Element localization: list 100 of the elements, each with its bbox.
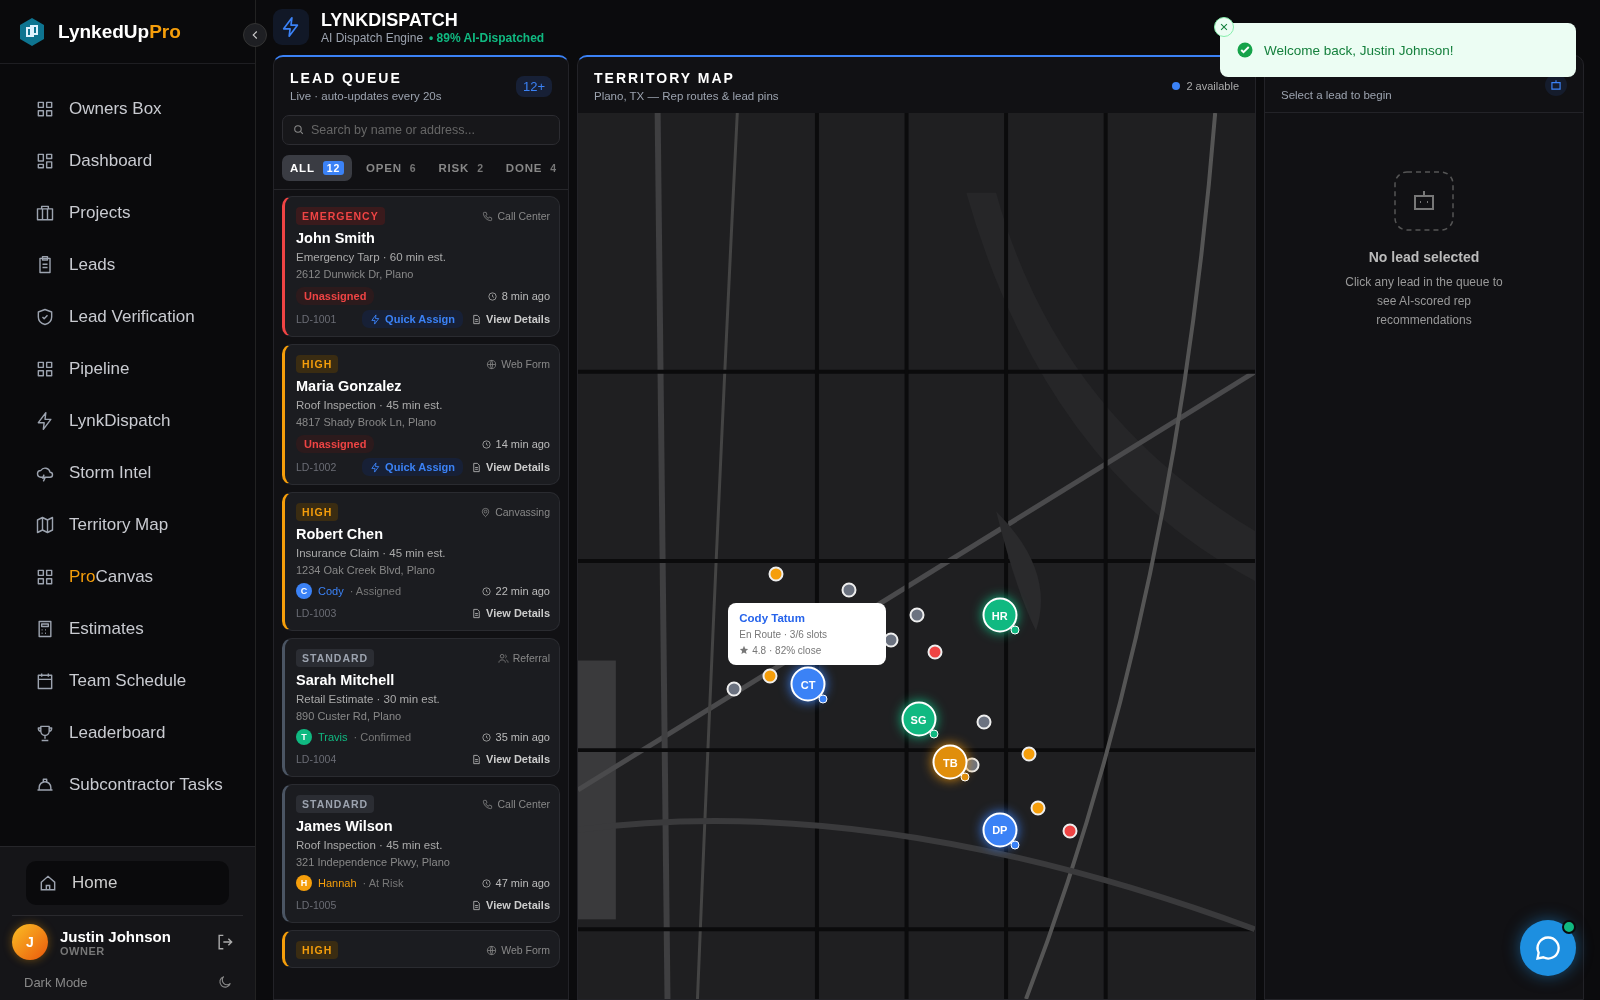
panel-subtitle: Select a lead to begin	[1281, 89, 1392, 101]
calculator-icon	[35, 619, 55, 639]
nav-item[interactable]: Leaderboard	[0, 707, 255, 759]
lead-time: 8 min ago	[501, 290, 550, 302]
lead-card[interactable]: STANDARD Referral Sarah Mitchell Retail Estimate · 30 min est. 890 Custer Rd, Plano T Travis · Confirmed 35 min ago LD-1004 View Details	[282, 638, 560, 777]
collapse-button[interactable]	[243, 23, 267, 47]
lead-name: John Smith	[296, 230, 376, 246]
lead-time: 35 min ago	[495, 731, 550, 743]
lead-source: Call Center	[497, 210, 550, 222]
toast-message: Welcome back, Justin Johnson!	[1264, 42, 1454, 58]
priority-tag: HIGH	[296, 941, 339, 959]
view-details-button[interactable]: View Details	[471, 750, 550, 768]
check-icon	[1236, 41, 1254, 59]
view-details-button[interactable]: View Details	[471, 604, 550, 622]
nav-item[interactable]: ProCanvas	[0, 551, 255, 603]
shield-icon	[35, 307, 55, 327]
rep-avatar: T	[296, 729, 312, 745]
filter-tab[interactable]: ALL 12	[282, 155, 353, 181]
brand-name: LynkedUpPro	[58, 20, 181, 43]
lead-id: LD-1003	[296, 607, 337, 619]
grid-icon	[35, 567, 55, 587]
rep-name: Travis	[318, 731, 348, 743]
dispatch-stat: • 89% AI-Dispatched	[429, 30, 545, 45]
nav-item[interactable]: LynkDispatch	[0, 395, 255, 447]
nav-item[interactable]: Subcontractor Tasks	[0, 759, 255, 811]
lead-card[interactable]: HIGH Web Form Maria Gonzalez Roof Inspection · 45 min est. 4817 Shady Brook Ln, Plano Unassigned 14 min ago LD-1002 Quick Assign View Details	[282, 344, 560, 485]
nav-item[interactable]: Projects	[0, 187, 255, 239]
lead-address: 890 Custer Rd, Plano	[296, 710, 403, 722]
filter-tab[interactable]: OPEN 6	[358, 155, 425, 181]
rep-avatar: H	[296, 875, 312, 891]
empty-text: Click any lead in the queue to see AI-scored rep recommendations	[1344, 274, 1504, 330]
assignment-status: · At Risk	[362, 877, 404, 889]
search-field[interactable]: Search by name or address...	[282, 115, 560, 145]
page-subtitle: AI Dispatch Engine	[321, 30, 424, 45]
priority-tag: HIGH	[296, 355, 339, 373]
lead-card[interactable]: HIGH Web Form	[282, 930, 560, 968]
quick-assign-button[interactable]: Quick Assign	[362, 310, 463, 328]
lead-source: Canvassing	[495, 506, 550, 518]
home-item[interactable]: Home	[26, 861, 229, 905]
globe-icon	[486, 358, 498, 370]
status-tag: Unassigned	[296, 435, 375, 453]
document-icon	[471, 313, 482, 325]
lead-service: Insurance Claim · 45 min est.	[296, 547, 447, 559]
panel-subtitle: Live · auto-updates every 20s	[290, 90, 442, 102]
lead-service: Emergency Tarp · 60 min est.	[296, 251, 447, 263]
panel-title: TERRITORY MAP	[594, 70, 736, 86]
nav-item[interactable]: Leads	[0, 239, 255, 291]
logout-icon[interactable]	[215, 932, 235, 952]
quick-assign-button[interactable]: Quick Assign	[362, 458, 463, 476]
home-icon	[38, 873, 58, 893]
nav-item[interactable]: Estimates	[0, 603, 255, 655]
briefcase-icon	[35, 203, 55, 223]
lead-time: 14 min ago	[495, 438, 550, 450]
lead-card[interactable]: STANDARD Call Center James Wilson Roof Inspection · 45 min est. 321 Independence Pkwy, Plano H Hannah · At Risk 47 min ago LD-1005 View Details	[282, 784, 560, 923]
filter-tab[interactable]: DONE 4	[497, 155, 565, 181]
lead-service: Roof Inspection · 45 min est.	[296, 399, 444, 411]
lead-source: Web Form	[501, 944, 550, 956]
priority-tag: HIGH	[296, 503, 339, 521]
available-count: 2 available	[1186, 80, 1239, 92]
user-role: OWNER	[60, 944, 106, 957]
view-details-button[interactable]: View Details	[471, 310, 550, 328]
clock-icon	[480, 438, 492, 450]
filter-tab[interactable]: RISK 2	[430, 155, 492, 181]
nav-item[interactable]: Storm Intel	[0, 447, 255, 499]
lead-source: Web Form	[501, 358, 550, 370]
lead-address: 321 Independence Pkwy, Plano	[296, 856, 451, 868]
close-button[interactable]	[1214, 17, 1234, 37]
globe-icon	[486, 944, 498, 956]
document-icon	[471, 607, 482, 619]
lead-card[interactable]: EMERGENCY Call Center John Smith Emergency Tarp · 60 min est. 2612 Dunwick Dr, Plano Unassigned 8 min ago LD-1001 Quick Assign View Details	[282, 196, 560, 337]
nav-item[interactable]: Lead Verification	[0, 291, 255, 343]
lead-time: 47 min ago	[495, 877, 550, 889]
nav-item[interactable]: Team Schedule	[0, 655, 255, 707]
page-title: LYNKDISPATCH	[321, 9, 459, 31]
nav-item[interactable]: Owners Box	[0, 83, 255, 135]
phone-icon	[482, 210, 494, 222]
lead-name: James Wilson	[296, 818, 394, 834]
document-icon	[471, 899, 482, 911]
calendar-icon	[35, 671, 55, 691]
nav-item[interactable]: Territory Map	[0, 499, 255, 551]
panel-subtitle: Plano, TX — Rep routes & lead pins	[594, 90, 779, 102]
tooltip-rating: 4.8 · 82% close	[752, 644, 822, 656]
lead-name: Sarah Mitchell	[296, 672, 396, 688]
nav-item[interactable]: Pipeline	[0, 343, 255, 395]
robot-icon	[1394, 171, 1454, 231]
lead-service: Roof Inspection · 45 min est.	[296, 839, 444, 851]
nav-item[interactable]: Dashboard	[0, 135, 255, 187]
view-details-button[interactable]: View Details	[471, 458, 550, 476]
view-details-button[interactable]: View Details	[471, 896, 550, 914]
lead-source: Referral	[512, 652, 550, 664]
rep-name: Cody	[318, 585, 344, 597]
lead-card[interactable]: HIGH Canvassing Robert Chen Insurance Claim · 45 min est. 1234 Oak Creek Blvd, Plano C Cody · Assigned 22 min ago LD-1003 View Details	[282, 492, 560, 631]
lead-source: Call Center	[497, 798, 550, 810]
lead-service: Retail Estimate · 30 min est.	[296, 693, 441, 705]
lead-address: 2612 Dunwick Dr, Plano	[296, 268, 415, 280]
document-icon	[471, 461, 482, 473]
moon-icon[interactable]	[217, 974, 233, 990]
location-pin-icon	[480, 506, 492, 518]
lightning-icon	[370, 313, 382, 325]
lead-time: 22 min ago	[495, 585, 550, 597]
